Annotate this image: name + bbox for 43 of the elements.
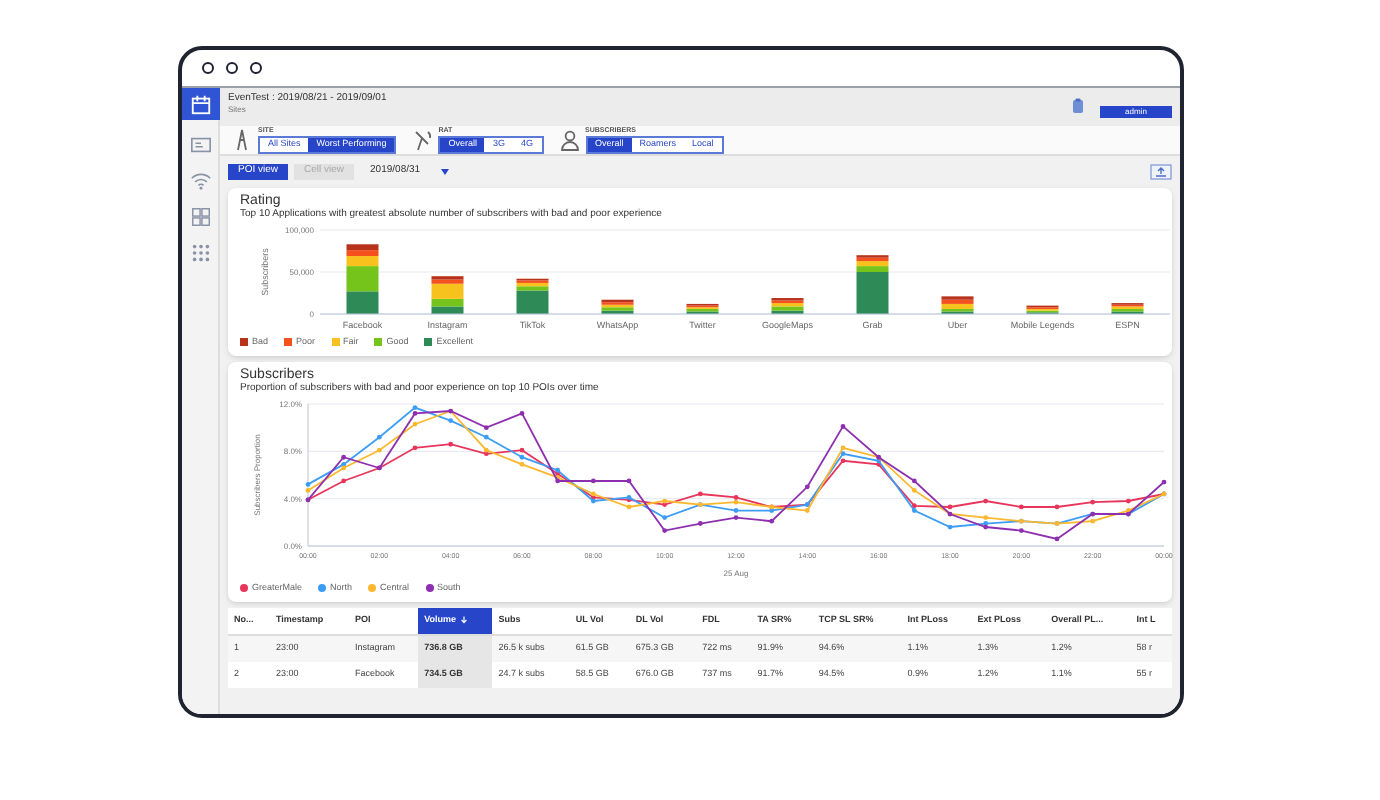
data-point xyxy=(1018,504,1024,509)
data-point xyxy=(911,478,917,483)
export-icon[interactable] xyxy=(1150,164,1172,180)
data-point xyxy=(1054,504,1060,509)
data-point xyxy=(590,478,596,483)
data-point xyxy=(1125,498,1131,503)
data-point xyxy=(341,478,347,483)
data-point xyxy=(1018,527,1024,533)
tower-icon xyxy=(232,128,252,152)
data-point xyxy=(804,483,810,489)
data-point xyxy=(412,444,418,450)
data-point xyxy=(983,498,989,503)
wifi-icon xyxy=(189,169,211,191)
data-point xyxy=(911,487,917,493)
apps-icon xyxy=(189,241,211,263)
antenna-icon xyxy=(412,128,433,152)
data-point xyxy=(1090,499,1096,505)
data-point xyxy=(1054,536,1060,541)
data-point xyxy=(626,478,632,483)
data-point xyxy=(376,434,382,440)
data-point xyxy=(483,424,489,430)
data-point xyxy=(947,524,953,529)
data-point xyxy=(1161,479,1167,484)
data-point xyxy=(412,421,418,426)
data-point xyxy=(840,423,846,429)
sort-arrow-icon xyxy=(460,615,469,624)
calendar-icon xyxy=(189,93,211,115)
data-point xyxy=(769,518,775,524)
caret-icon xyxy=(440,168,451,176)
data-point xyxy=(662,527,668,533)
person-icon xyxy=(559,128,579,152)
data-point xyxy=(662,514,668,520)
data-point xyxy=(483,434,489,440)
data-point xyxy=(376,447,382,453)
sidebar-item[interactable] xyxy=(182,88,219,120)
data-point xyxy=(697,491,703,496)
data-point xyxy=(448,417,454,423)
data-point xyxy=(697,520,703,526)
grid-icon xyxy=(189,205,211,227)
data-point xyxy=(448,441,454,447)
data-point xyxy=(519,410,525,416)
clipboard-icon[interactable] xyxy=(1072,98,1084,114)
id-card-icon xyxy=(189,133,211,155)
